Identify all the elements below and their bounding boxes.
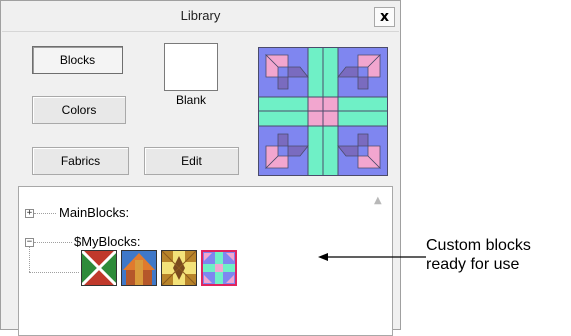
- edit-button[interactable]: Edit: [144, 147, 239, 175]
- tree-connector: [29, 272, 79, 273]
- quilt-block-thumbnail-2[interactable]: [121, 250, 157, 286]
- annotation-line-2: ready for use: [426, 256, 520, 273]
- tree-node-mainblocks[interactable]: MainBlocks:: [59, 205, 129, 220]
- tree-connector: [34, 213, 56, 214]
- block-preview: [258, 47, 388, 176]
- tree-connector: [34, 242, 72, 243]
- quilt-block-thumbnail-4[interactable]: [201, 250, 237, 286]
- expand-icon[interactable]: +: [25, 209, 34, 218]
- title-bar[interactable]: Library x: [2, 2, 399, 32]
- blocks-button[interactable]: Blocks: [32, 46, 123, 74]
- blank-block-swatch[interactable]: [164, 43, 218, 91]
- scroll-up-icon[interactable]: ▲: [374, 195, 386, 207]
- quilt-block-thumbnail-1[interactable]: [81, 250, 117, 286]
- fabrics-button[interactable]: Fabrics: [32, 147, 129, 175]
- quilt-block-thumbnail-3[interactable]: [161, 250, 197, 286]
- annotation-text: Custom blocks ready for use: [426, 236, 531, 274]
- library-dialog: Library x Blocks Colors Fabrics Edit Bla…: [0, 0, 401, 336]
- tree-connector: [29, 247, 30, 272]
- annotation-line-1: Custom blocks: [426, 237, 531, 254]
- blank-label: Blank: [175, 93, 207, 107]
- tree-node-myblocks[interactable]: $MyBlocks:: [74, 234, 140, 249]
- colors-button[interactable]: Colors: [32, 96, 126, 124]
- annotation-arrow-icon: [318, 253, 426, 261]
- window-title: Library: [180, 8, 221, 23]
- close-button[interactable]: x: [374, 7, 395, 27]
- collapse-icon[interactable]: −: [25, 238, 34, 247]
